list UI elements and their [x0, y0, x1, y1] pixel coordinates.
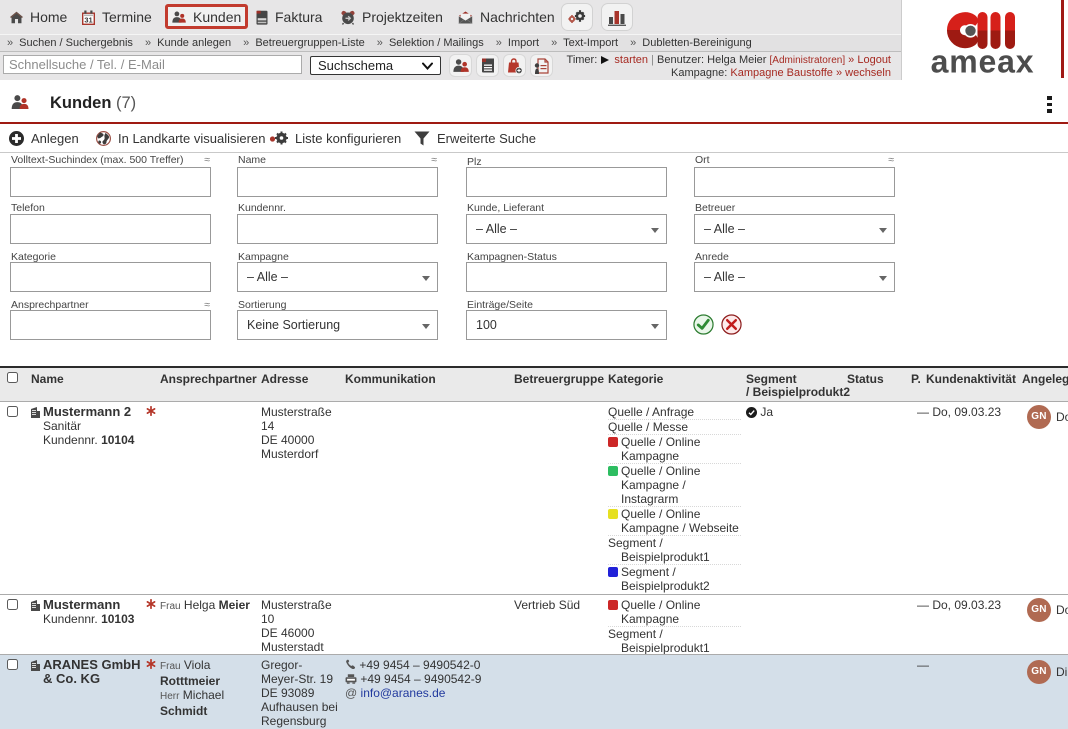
- svg-text:ameax: ameax: [931, 44, 1035, 80]
- svg-text:31: 31: [84, 15, 92, 24]
